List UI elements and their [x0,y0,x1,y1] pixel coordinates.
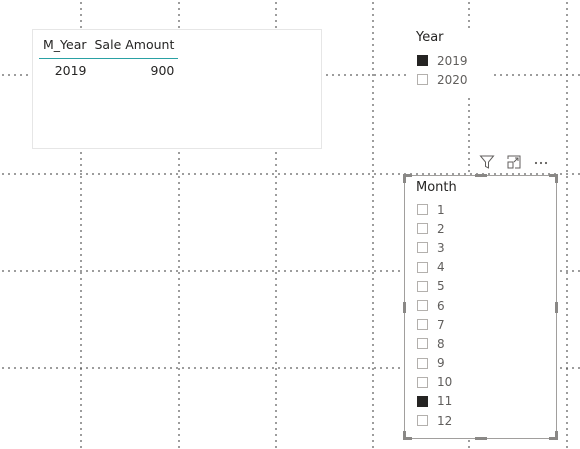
resize-handle-right[interactable] [555,302,558,313]
checkbox-checked[interactable] [417,55,428,67]
year-slicer-item[interactable]: 2020 [410,70,490,89]
month-slicer-item[interactable]: 1 [405,200,556,219]
column-header-m-year[interactable]: M_Year [39,36,91,59]
checkbox-unchecked[interactable] [417,280,428,292]
filter-icon[interactable] [478,153,496,171]
data-table: M_Year Sale Amount 2019 900 [39,36,179,81]
month-slicer-item-label: 7 [437,317,445,332]
checkbox-unchecked[interactable] [417,261,428,273]
month-slicer-item-label: 8 [437,336,445,351]
month-slicer-item[interactable]: 6 [405,296,556,315]
resize-handle-bottom[interactable] [475,437,487,440]
focus-mode-icon[interactable] [505,153,523,171]
year-slicer-item-label: 2019 [437,53,468,68]
checkbox-checked[interactable] [417,395,428,407]
month-slicer-item[interactable]: 11 [405,392,556,411]
column-header-sale-amount[interactable]: Sale Amount [90,36,179,59]
month-slicer-item-label: 1 [437,202,445,217]
month-slicer-item[interactable]: 8 [405,334,556,353]
cell-m-year: 2019 [54,63,87,78]
year-slicer-title: Year [416,30,444,45]
resize-handle-top-left[interactable] [403,174,406,183]
month-slicer-item[interactable]: 9 [405,354,556,373]
checkbox-unchecked[interactable] [417,223,428,235]
month-slicer-item-label: 4 [437,260,445,275]
checkbox-unchecked[interactable] [417,319,428,331]
year-slicer-item-label: 2020 [437,72,468,87]
checkbox-unchecked[interactable] [417,204,428,216]
cell-sale-amount: 900 [150,63,175,78]
resize-handle-bottom-left[interactable] [403,431,406,440]
year-slicer-item[interactable]: 2019 [410,51,490,70]
month-slicer-item[interactable]: 4 [405,258,556,277]
checkbox-unchecked[interactable] [417,338,428,350]
month-slicer-item-label: 12 [437,413,453,428]
checkbox-unchecked[interactable] [417,415,428,427]
month-slicer[interactable]: Month 1 2 3 4 5 6 7 8 9 10 11 12 [403,174,558,440]
month-slicer-item-label: 9 [437,356,445,371]
checkbox-unchecked[interactable] [417,300,428,312]
month-slicer-item[interactable]: 5 [405,277,556,296]
month-slicer-item[interactable]: 2 [405,219,556,238]
month-slicer-title: Month [416,180,457,195]
more-options-icon[interactable] [532,153,550,171]
month-slicer-item-label: 10 [437,375,453,390]
month-slicer-item-label: 3 [437,240,445,255]
checkbox-unchecked[interactable] [417,357,428,369]
canvas-grid-line [566,0,568,449]
month-slicer-item[interactable]: 12 [405,411,556,430]
month-slicer-item[interactable]: 7 [405,315,556,334]
checkbox-unchecked[interactable] [417,376,428,388]
month-slicer-item-label: 11 [437,394,453,409]
checkbox-unchecked[interactable] [417,74,428,86]
table-visual[interactable]: M_Year Sale Amount 2019 900 [32,29,322,149]
month-slicer-item-label: 6 [437,298,445,313]
visual-header-toolbar [478,152,558,172]
resize-handle-top[interactable] [475,174,487,177]
canvas-grid-line [372,0,374,449]
resize-handle-left[interactable] [403,302,406,313]
year-slicer[interactable]: Year 2019 2020 [410,30,490,96]
month-slicer-item-label: 2 [437,221,445,236]
table-row: 2019 900 [39,59,178,81]
month-slicer-item[interactable]: 3 [405,238,556,257]
checkbox-unchecked[interactable] [417,242,428,254]
month-slicer-item-label: 5 [437,279,445,294]
resize-handle-top-right[interactable] [555,174,558,183]
resize-handle-bottom-right[interactable] [555,431,558,440]
month-slicer-item[interactable]: 10 [405,373,556,392]
